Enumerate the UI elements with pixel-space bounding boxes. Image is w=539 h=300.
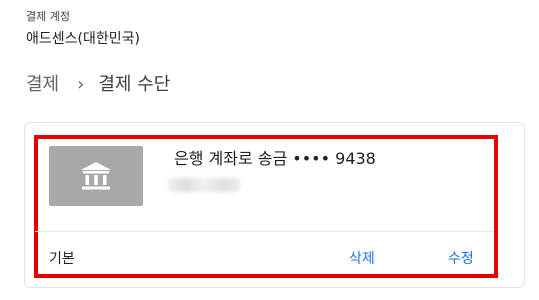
chevron-right-icon: ›	[77, 74, 85, 95]
account-name: 애드센스(대한민국)	[26, 31, 140, 47]
account-label: 결제 계정	[26, 10, 70, 23]
card-divider	[35, 231, 494, 232]
payment-method-title: 은행 계좌로 송금 •••• 9438	[174, 149, 376, 168]
breadcrumb-parent-link[interactable]: 결제	[26, 73, 59, 97]
delete-button[interactable]: 삭제	[349, 250, 375, 268]
redacted-account-detail	[168, 178, 240, 192]
page-title: 결제 수단	[98, 74, 171, 95]
default-status-label: 기본	[49, 251, 75, 267]
bank-tile	[49, 146, 143, 206]
bank-icon	[81, 162, 111, 190]
edit-button[interactable]: 수정	[448, 250, 474, 268]
breadcrumb: 결제 › 결제 수단	[26, 73, 170, 97]
